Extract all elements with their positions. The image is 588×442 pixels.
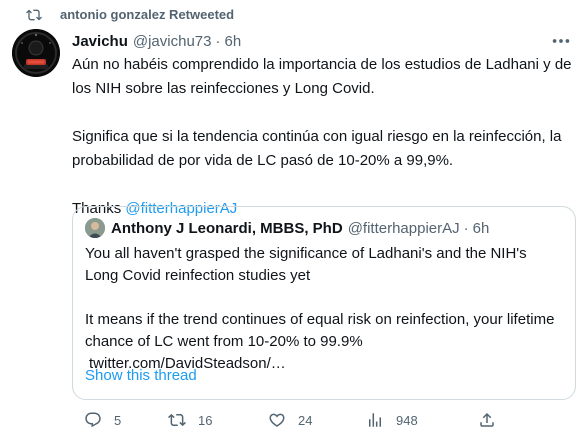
reply-count: 5 bbox=[114, 412, 122, 428]
quoted-author-handle[interactable]: @fitterhappierAJ bbox=[348, 220, 460, 237]
views-count: 948 bbox=[396, 412, 418, 428]
share-button[interactable] bbox=[478, 408, 496, 432]
quoted-author-display-name[interactable]: Anthony J Leonardi, MBBS, PhD bbox=[111, 220, 343, 237]
tweet-paragraph-1: Aún no habéis comprendido la importancia… bbox=[72, 56, 572, 97]
retweeted-by-row[interactable]: antonio gonzalez Retweeted bbox=[26, 7, 234, 23]
like-button[interactable]: 24 bbox=[268, 408, 312, 432]
retweet-icon bbox=[26, 9, 42, 21]
tweet-timestamp[interactable]: 6h bbox=[224, 33, 241, 50]
author-display-name[interactable]: Javichu bbox=[72, 33, 128, 50]
author-handle[interactable]: @javichu73 bbox=[133, 33, 212, 50]
quoted-author-avatar[interactable] bbox=[85, 218, 105, 238]
views-button[interactable]: 948 bbox=[366, 408, 418, 432]
user-avatar[interactable] bbox=[12, 29, 60, 77]
quoted-separator-dot: · bbox=[463, 219, 469, 237]
show-thread-link[interactable]: Show this thread bbox=[85, 367, 197, 384]
tweet-body: Aún no habéis comprendido la importancia… bbox=[72, 53, 578, 221]
reply-button[interactable]: 5 bbox=[84, 408, 121, 432]
more-options-icon[interactable] bbox=[550, 30, 572, 52]
retweet-action-icon bbox=[168, 413, 186, 427]
quoted-paragraph-1: You all haven't grasped the significance… bbox=[85, 245, 527, 284]
heart-icon bbox=[269, 413, 285, 427]
like-count: 24 bbox=[298, 412, 313, 428]
separator-dot: · bbox=[215, 32, 221, 50]
retweet-count: 16 bbox=[198, 412, 213, 428]
tweet-header: Javichu @javichu73 · 6h bbox=[72, 30, 572, 52]
tweet-action-bar: 5 16 24 948 bbox=[72, 408, 572, 432]
views-icon bbox=[369, 413, 381, 427]
reply-icon bbox=[85, 412, 101, 428]
avatar-image bbox=[12, 29, 60, 77]
quoted-tweet-card[interactable]: Anthony J Leonardi, MBBS, PhD @fitterhap… bbox=[72, 206, 576, 400]
quoted-tweet-header: Anthony J Leonardi, MBBS, PhD @fitterhap… bbox=[85, 217, 563, 239]
retweeted-by-text: antonio gonzalez Retweeted bbox=[60, 7, 235, 22]
quoted-tweet-timestamp[interactable]: 6h bbox=[473, 220, 490, 237]
tweet-paragraph-2: Significa que si la tendencia continúa c… bbox=[72, 128, 562, 169]
share-icon bbox=[480, 412, 494, 427]
quoted-avatar-image bbox=[85, 218, 105, 238]
retweet-button[interactable]: 16 bbox=[168, 408, 212, 432]
quoted-tweet-body: You all haven't grasped the significance… bbox=[85, 243, 563, 375]
quoted-paragraph-2: It means if the trend continues of equal… bbox=[85, 311, 555, 350]
